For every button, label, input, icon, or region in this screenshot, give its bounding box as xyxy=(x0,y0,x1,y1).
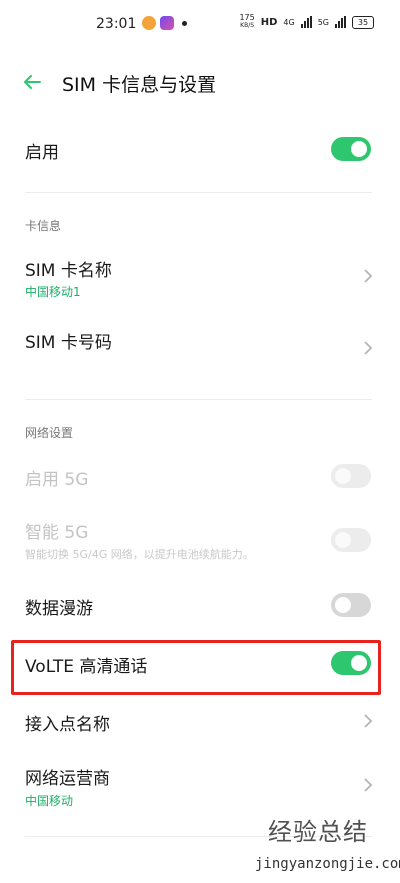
app-notification-icon xyxy=(160,16,174,30)
network-5g-label: 5G xyxy=(317,17,329,27)
battery-icon: 35 xyxy=(352,15,374,29)
net-speed: 175 KB/S xyxy=(239,14,254,30)
chevron-right-icon xyxy=(364,341,373,355)
page-header: SIM 卡信息与设置 xyxy=(0,60,400,104)
network-operator-label: 网络运营商 xyxy=(25,769,110,789)
page-title: SIM 卡信息与设置 xyxy=(62,74,217,96)
apn-label: 接入点名称 xyxy=(25,715,110,735)
smart-5g-description: 智能切换 5G/4G 网络，以提升电池续航能力。 xyxy=(25,548,254,561)
network-section-title: 网络设置 xyxy=(25,426,74,440)
enable-5g-row: 启用 5G xyxy=(0,455,400,499)
network-operator-row[interactable]: 网络运营商 中国移动 xyxy=(0,758,400,812)
status-time: 23:01 xyxy=(96,16,137,32)
data-roaming-row[interactable]: 数据漫游 xyxy=(0,584,400,628)
smart-5g-label: 智能 5G xyxy=(25,523,89,543)
enable-5g-label: 启用 5G xyxy=(25,470,89,490)
volte-highlight-box xyxy=(11,640,381,695)
more-notifications-dot-icon xyxy=(182,20,187,26)
net-speed-unit: KB/S xyxy=(240,22,255,29)
network-4g-label: 4G xyxy=(283,17,295,27)
notification-icons xyxy=(142,16,187,30)
smart-5g-row: 智能 5G 智能切换 5G/4G 网络，以提升电池续航能力。 xyxy=(0,514,400,568)
card-info-section-title: 卡信息 xyxy=(25,219,62,233)
data-roaming-label: 数据漫游 xyxy=(25,599,93,619)
chevron-right-icon xyxy=(364,269,373,283)
watermark-logo: 经验总结 xyxy=(268,818,368,846)
enable-5g-toggle xyxy=(331,464,371,488)
sim-name-label: SIM 卡名称 xyxy=(25,261,112,281)
divider xyxy=(25,192,372,193)
watermark-url: jingyanzongjie.com xyxy=(255,856,400,872)
sim-name-row[interactable]: SIM 卡名称 中国移动1 xyxy=(0,250,400,304)
chevron-right-icon xyxy=(364,714,373,728)
smart-5g-toggle xyxy=(331,528,371,552)
hd-icon: HD xyxy=(260,16,278,28)
sim-number-row[interactable]: SIM 卡号码 xyxy=(0,320,400,374)
weibo-app-icon xyxy=(142,16,156,30)
enable-sim-row[interactable]: 启用 xyxy=(0,126,400,172)
divider xyxy=(25,399,372,400)
enable-sim-toggle[interactable] xyxy=(331,137,371,161)
enable-sim-label: 启用 xyxy=(25,143,59,163)
net-speed-value: 175 xyxy=(239,13,255,22)
chevron-right-icon xyxy=(364,778,373,792)
status-indicators: 175 KB/S HD 4G 5G 35 xyxy=(239,14,374,30)
sim-number-label: SIM 卡号码 xyxy=(25,333,112,353)
sim-name-value: 中国移动1 xyxy=(25,285,81,299)
network-operator-value: 中国移动 xyxy=(25,794,74,808)
status-bar: 23:01 175 KB/S HD 4G 5G 35 xyxy=(0,0,400,48)
data-roaming-toggle[interactable] xyxy=(331,593,371,617)
signal-strength-icon xyxy=(300,16,312,28)
apn-row[interactable]: 接入点名称 xyxy=(0,700,400,744)
back-arrow-icon[interactable] xyxy=(20,70,44,94)
signal-strength-icon-2 xyxy=(335,16,346,28)
